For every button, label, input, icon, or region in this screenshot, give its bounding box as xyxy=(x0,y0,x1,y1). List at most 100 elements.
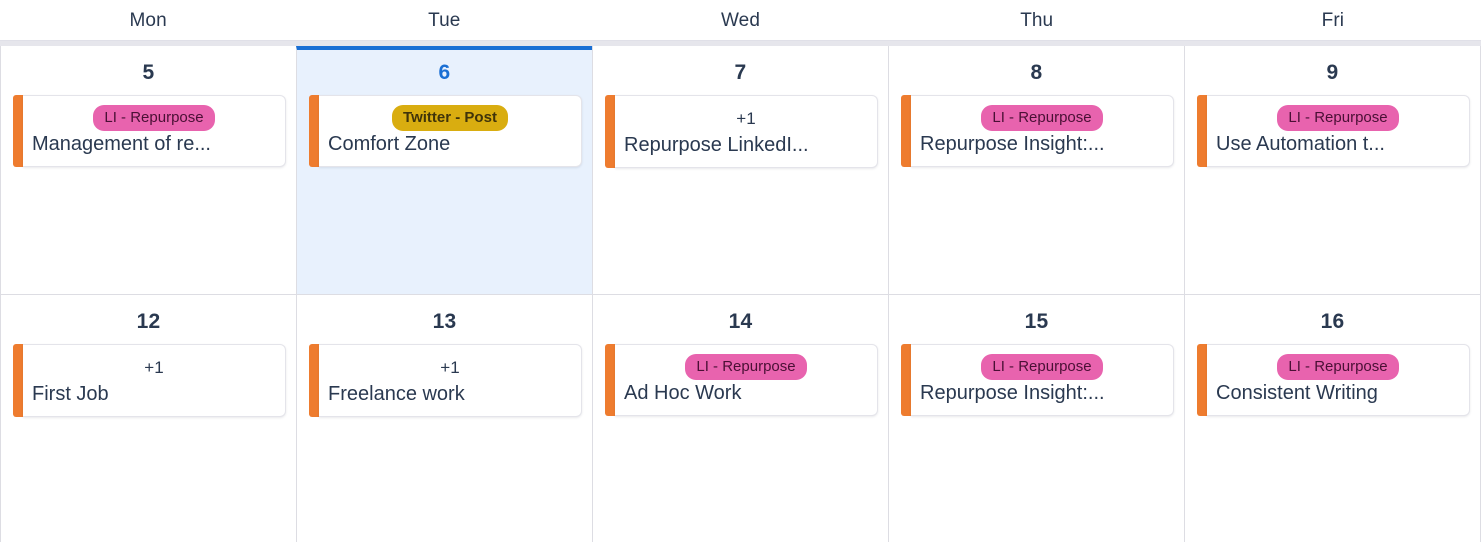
event-body[interactable]: LI - Repurpose Ad Hoc Work xyxy=(615,343,878,416)
weekday-header-thu: Thu xyxy=(889,0,1185,40)
day-cell-14[interactable]: 14 LI - Repurpose Ad Hoc Work xyxy=(592,294,889,542)
event-card[interactable]: +1 Freelance work xyxy=(309,343,582,417)
day-events: LI - Repurpose Consistent Writing xyxy=(1185,343,1480,416)
day-cell-16[interactable]: 16 LI - Repurpose Consistent Writing xyxy=(1184,294,1481,542)
day-cell-13[interactable]: 13 +1 Freelance work xyxy=(296,294,593,542)
day-cell-15[interactable]: 15 LI - Repurpose Repurpose Insight:... xyxy=(888,294,1185,542)
event-card[interactable]: LI - Repurpose Use Automation t... xyxy=(1197,95,1470,167)
event-card[interactable]: LI - Repurpose Consistent Writing xyxy=(1197,343,1470,416)
event-accent-bar xyxy=(901,95,911,167)
event-tag-row: LI - Repurpose xyxy=(919,353,1165,380)
weekday-header-tue: Tue xyxy=(296,0,592,40)
event-overflow-count: +1 xyxy=(144,357,164,377)
event-body[interactable]: LI - Repurpose Repurpose Insight:... xyxy=(911,95,1174,167)
event-card[interactable]: +1 Repurpose LinkedI... xyxy=(605,95,878,168)
event-tag-row: LI - Repurpose xyxy=(623,353,869,380)
event-tag: LI - Repurpose xyxy=(981,105,1103,131)
event-title: Consistent Writing xyxy=(1216,381,1378,404)
event-tag-row: Twitter - Post xyxy=(327,105,573,131)
day-events: LI - Repurpose Use Automation t... xyxy=(1185,95,1480,167)
event-tag-row: +1 xyxy=(623,105,869,132)
day-number[interactable]: 9 xyxy=(1185,49,1480,95)
event-accent-bar xyxy=(13,95,23,167)
weekday-header-row: Mon Tue Wed Thu Fri xyxy=(0,0,1481,40)
weekday-header-fri: Fri xyxy=(1185,0,1481,40)
weekday-header-mon: Mon xyxy=(0,0,296,40)
event-tag: LI - Repurpose xyxy=(1277,105,1399,131)
event-tag-row: LI - Repurpose xyxy=(1215,105,1461,131)
event-accent-bar xyxy=(309,343,319,417)
event-overflow-count: +1 xyxy=(736,109,756,128)
day-events: +1 Repurpose LinkedI... xyxy=(593,95,888,168)
event-title: Management of re... xyxy=(32,133,211,155)
day-number[interactable]: 6 xyxy=(297,50,592,95)
event-accent-bar xyxy=(1197,343,1207,416)
calendar-weeks: 5 LI - Repurpose Management of re... 6 T… xyxy=(0,46,1481,542)
event-tag-row: +1 xyxy=(31,354,277,381)
day-cell-12[interactable]: 12 +1 First Job xyxy=(0,294,297,542)
event-title: Ad Hoc Work xyxy=(624,381,742,404)
day-number[interactable]: 5 xyxy=(1,49,296,95)
event-accent-bar xyxy=(309,95,319,167)
event-title: Repurpose LinkedI... xyxy=(624,134,809,156)
event-card[interactable]: +1 First Job xyxy=(13,343,286,417)
day-cell-9[interactable]: 9 LI - Repurpose Use Automation t... xyxy=(1184,46,1481,294)
event-card[interactable]: LI - Repurpose Ad Hoc Work xyxy=(605,343,878,416)
event-body[interactable]: LI - Repurpose Use Automation t... xyxy=(1207,95,1470,167)
event-tag-row: LI - Repurpose xyxy=(31,105,277,131)
day-number[interactable]: 12 xyxy=(1,298,296,344)
event-title: Comfort Zone xyxy=(328,133,451,155)
day-events: LI - Repurpose Ad Hoc Work xyxy=(593,343,888,416)
day-cell-5[interactable]: 5 LI - Repurpose Management of re... xyxy=(0,46,297,294)
day-number[interactable]: 13 xyxy=(297,298,592,344)
event-card[interactable]: LI - Repurpose Repurpose Insight:... xyxy=(901,95,1174,167)
event-body[interactable]: LI - Repurpose Consistent Writing xyxy=(1207,343,1470,416)
day-number[interactable]: 8 xyxy=(889,49,1184,95)
day-number[interactable]: 14 xyxy=(593,298,888,344)
event-tag-row: LI - Repurpose xyxy=(919,105,1165,131)
day-cell-6-today[interactable]: 6 Twitter - Post Comfort Zone xyxy=(296,46,593,294)
event-title: First Job xyxy=(32,382,109,405)
event-tag: LI - Repurpose xyxy=(981,353,1103,380)
week-row: 12 +1 First Job 13 +1 Freelance work 14 … xyxy=(0,294,1481,542)
event-accent-bar xyxy=(13,343,23,417)
weekday-label: Mon xyxy=(129,9,167,31)
event-overflow-count: +1 xyxy=(440,357,460,377)
weekday-label: Tue xyxy=(428,9,461,31)
day-cell-8[interactable]: 8 LI - Repurpose Repurpose Insight:... xyxy=(888,46,1185,294)
event-body[interactable]: +1 Repurpose LinkedI... xyxy=(615,95,878,168)
event-accent-bar xyxy=(605,343,615,416)
event-accent-bar xyxy=(901,343,911,416)
event-tag: LI - Repurpose xyxy=(93,105,215,131)
event-body[interactable]: +1 Freelance work xyxy=(319,343,582,417)
event-tag: Twitter - Post xyxy=(392,105,508,131)
event-tag: LI - Repurpose xyxy=(1277,353,1399,380)
day-events: +1 Freelance work xyxy=(297,343,592,417)
event-body[interactable]: Twitter - Post Comfort Zone xyxy=(319,95,582,167)
event-tag: LI - Repurpose xyxy=(685,353,807,380)
calendar-month-view: Mon Tue Wed Thu Fri 5 LI - Repurpose Man xyxy=(0,0,1481,542)
event-body[interactable]: LI - Repurpose Repurpose Insight:... xyxy=(911,343,1174,416)
day-events: LI - Repurpose Repurpose Insight:... xyxy=(889,95,1184,167)
day-number[interactable]: 7 xyxy=(593,49,888,95)
event-card[interactable]: LI - Repurpose Management of re... xyxy=(13,95,286,167)
weekday-label: Wed xyxy=(720,9,761,31)
weekday-label: Fri xyxy=(1321,9,1345,31)
day-number[interactable]: 16 xyxy=(1185,298,1480,344)
weekday-label: Thu xyxy=(1020,9,1054,31)
event-tag-row: +1 xyxy=(327,354,573,381)
event-card[interactable]: Twitter - Post Comfort Zone xyxy=(309,95,582,167)
event-accent-bar xyxy=(1197,95,1207,167)
week-row: 5 LI - Repurpose Management of re... 6 T… xyxy=(0,46,1481,295)
event-title: Use Automation t... xyxy=(1216,133,1385,155)
day-number[interactable]: 15 xyxy=(889,298,1184,344)
event-body[interactable]: +1 First Job xyxy=(23,343,286,417)
day-cell-7[interactable]: 7 +1 Repurpose LinkedI... xyxy=(592,46,889,294)
event-body[interactable]: LI - Repurpose Management of re... xyxy=(23,95,286,167)
event-card[interactable]: LI - Repurpose Repurpose Insight:... xyxy=(901,343,1174,416)
event-title: Repurpose Insight:... xyxy=(920,133,1105,155)
day-events: Twitter - Post Comfort Zone xyxy=(297,95,592,167)
event-title: Freelance work xyxy=(328,382,465,405)
day-events: +1 First Job xyxy=(1,343,296,417)
event-title: Repurpose Insight:... xyxy=(920,381,1105,404)
